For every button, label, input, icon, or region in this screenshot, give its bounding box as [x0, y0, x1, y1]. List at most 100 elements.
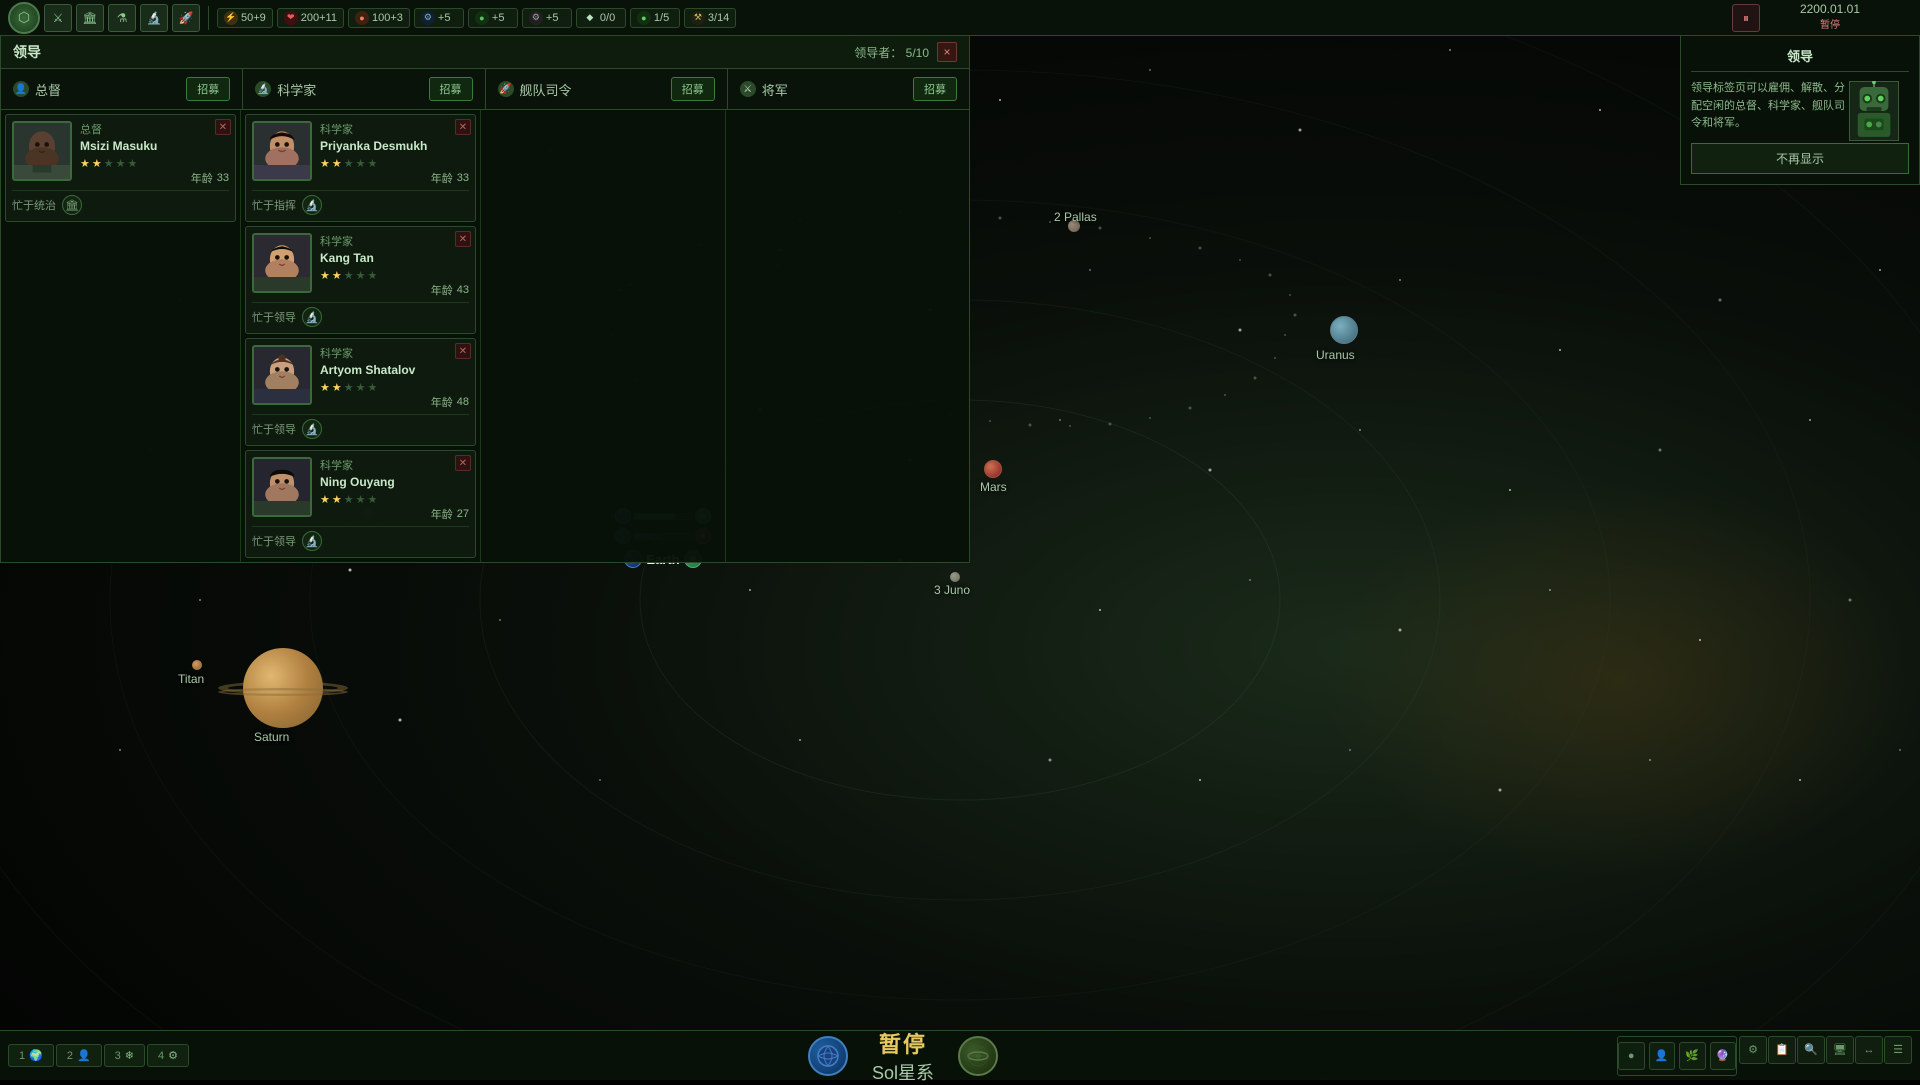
empire-logo[interactable]: ⬡ — [8, 2, 40, 34]
r2-icon: ● — [475, 11, 489, 25]
scientist-status-2: 忙于领导 🔬 — [252, 302, 469, 327]
scientist-card-4[interactable]: 科学家 Ning Ouyang ★ ★ ★ ★ ★ 年龄 27 — [245, 450, 476, 558]
star-2: ★ — [92, 157, 102, 170]
minimap-btn-2[interactable]: 👤 — [1649, 1042, 1676, 1070]
scientist-dismiss-3[interactable]: ✕ — [455, 343, 471, 359]
minimap-btn-8[interactable]: 🖥 — [1826, 1036, 1854, 1064]
sci-star-2: ★ — [332, 157, 342, 170]
action-icon-5[interactable]: 🚀 — [172, 4, 200, 32]
scientist-recruit-button[interactable]: 招募 — [429, 77, 473, 101]
scientist-status-text-3: 忙于领导 — [252, 421, 296, 437]
governor-portrait-1 — [12, 121, 72, 181]
energy-icon: ⚡ — [224, 11, 238, 25]
system-name-label: Sol星系 — [872, 1059, 934, 1085]
minimap-btn-10[interactable]: ☰ — [1884, 1036, 1912, 1064]
leader-count-label: 领导者： — [854, 46, 902, 60]
tab-num-4: 4 — [158, 1050, 164, 1062]
tab-num-3: 3 — [115, 1050, 121, 1062]
resource-r4: ◆ 0/0 — [576, 8, 626, 28]
pallas-planet[interactable] — [1068, 220, 1080, 232]
bottom-tab-4[interactable]: 4 ⚙ — [147, 1044, 189, 1067]
scientist-age-1: 年龄 33 — [320, 170, 469, 186]
globe-button[interactable] — [808, 1036, 848, 1076]
sci2-star-4: ★ — [356, 269, 366, 282]
r4-value: 0/0 — [600, 12, 615, 24]
action-icon-4[interactable]: 🔬 — [140, 4, 168, 32]
tab-icon-4: ⚙ — [168, 1049, 178, 1062]
bottom-tab-2[interactable]: 2 👤 — [56, 1044, 102, 1067]
tab-icon-1: 🌍 — [29, 1049, 43, 1062]
titan-planet[interactable] — [192, 660, 202, 670]
scientist-column: 科学家 Priyanka Desmukh ★ ★ ★ ★ ★ 年龄 33 — [241, 110, 481, 562]
scientist-face-2 — [254, 235, 310, 291]
minimap-btn-5[interactable]: ⚙ — [1739, 1036, 1767, 1064]
action-icon-1[interactable]: ⚔ — [44, 4, 72, 32]
panel-close-button[interactable]: × — [937, 42, 957, 62]
action-icon-2[interactable]: 🏛 — [76, 4, 104, 32]
tab-governor[interactable]: 👤 总督 招募 — [1, 69, 243, 109]
r5-icon: ● — [637, 11, 651, 25]
r1-icon: ⚙ — [421, 11, 435, 25]
admiral-recruit-button[interactable]: 招募 — [671, 77, 715, 101]
scientist-role-3: 科学家 — [320, 345, 469, 361]
minimap-btn-1[interactable]: ● — [1618, 1042, 1645, 1070]
scientist-card-1[interactable]: 科学家 Priyanka Desmukh ★ ★ ★ ★ ★ 年龄 33 — [245, 114, 476, 222]
scientist-card-2[interactable]: 科学家 Kang Tan ★ ★ ★ ★ ★ 年龄 43 — [245, 226, 476, 334]
tab-icon-3: ❄ — [125, 1049, 134, 1062]
scientist-dismiss-2[interactable]: ✕ — [455, 231, 471, 247]
minimap-btn-3[interactable]: 🌿 — [1679, 1042, 1706, 1070]
juno-planet[interactable] — [950, 572, 960, 582]
bottom-tab-3[interactable]: 3 ❄ — [104, 1044, 145, 1067]
scientist-status-icon-4: 🔬 — [302, 531, 322, 551]
sci-star-3: ★ — [344, 157, 354, 170]
energy-value: 50+9 — [241, 12, 266, 24]
admiral-column — [481, 110, 726, 562]
scientist-status-1: 忙于指挥 🔬 — [252, 190, 469, 215]
minimap-btn-4[interactable]: 🔮 — [1710, 1042, 1737, 1070]
minimap-btn-7[interactable]: 🔍 — [1797, 1036, 1825, 1064]
action-icon-3[interactable]: ⚗ — [108, 4, 136, 32]
galaxy-button[interactable] — [958, 1036, 998, 1076]
scientist-dismiss-1[interactable]: ✕ — [455, 119, 471, 135]
r2-value: +5 — [492, 12, 505, 24]
bottom-tabs: 1 🌍 2 👤 3 ❄ 4 ⚙ — [0, 1040, 197, 1071]
panel-title: 领导 — [13, 42, 41, 62]
mars-planet[interactable] — [984, 460, 1002, 478]
governor-dismiss-1[interactable]: ✕ — [215, 119, 231, 135]
scientist-age-label-1: 年龄 — [431, 170, 453, 186]
health-value: 200+11 — [301, 12, 337, 24]
minimap-btn-6[interactable]: 📋 — [1768, 1036, 1796, 1064]
bottom-tab-1[interactable]: 1 🌍 — [8, 1044, 54, 1067]
tab-icon-2: 👤 — [77, 1049, 91, 1062]
governor-status-1: 忙于统治 🏛 — [12, 190, 229, 215]
scientist-age-value-1: 33 — [457, 172, 469, 184]
governor-card-1[interactable]: 总督 Msizi Masuku ★ ★ ★ ★ ★ 年龄 33 — [5, 114, 236, 222]
scientist-dismiss-4[interactable]: ✕ — [455, 455, 471, 471]
pause-button[interactable]: ⏸ — [1732, 4, 1760, 32]
governor-age-1: 年龄 33 — [80, 170, 229, 186]
governor-role-1: 总督 — [80, 121, 229, 137]
scientist-status-icon-3: 🔬 — [302, 419, 322, 439]
dismiss-info-button[interactable]: 不再显示 — [1691, 143, 1909, 174]
governor-recruit-button[interactable]: 招募 — [186, 77, 230, 101]
uranus-planet[interactable] — [1330, 316, 1358, 344]
scientist-age-label-2: 年龄 — [431, 282, 453, 298]
general-recruit-button[interactable]: 招募 — [913, 77, 957, 101]
scientist-name-1: Priyanka Desmukh — [320, 139, 469, 153]
scientist-card-3[interactable]: 科学家 Artyom Shatalov ★ ★ ★ ★ ★ 年龄 48 — [245, 338, 476, 446]
center-bottom: 暂停 Sol星系 — [197, 1027, 1609, 1085]
star-4: ★ — [116, 157, 126, 170]
food-value: 100+3 — [372, 12, 403, 24]
tab-admiral[interactable]: 🚀 舰队司令 招募 — [486, 69, 728, 109]
scientist-stars-2: ★ ★ ★ ★ ★ — [320, 269, 469, 282]
scientist-info-4: 科学家 Ning Ouyang ★ ★ ★ ★ ★ 年龄 27 — [320, 457, 469, 522]
saturn-planet[interactable] — [228, 648, 338, 728]
tab-scientist[interactable]: 🔬 科学家 招募 — [243, 69, 485, 109]
sci-star-1: ★ — [320, 157, 330, 170]
scientist-face-3 — [254, 347, 310, 403]
minimap-btn-9[interactable]: ↔ — [1855, 1036, 1883, 1064]
scientist-info-3: 科学家 Artyom Shatalov ★ ★ ★ ★ ★ 年龄 48 — [320, 345, 469, 410]
tab-general[interactable]: ⚔ 将军 招募 — [728, 69, 969, 109]
general-tab-icon: ⚔ — [740, 81, 756, 97]
pause-big-label: 暂停 — [872, 1027, 934, 1059]
